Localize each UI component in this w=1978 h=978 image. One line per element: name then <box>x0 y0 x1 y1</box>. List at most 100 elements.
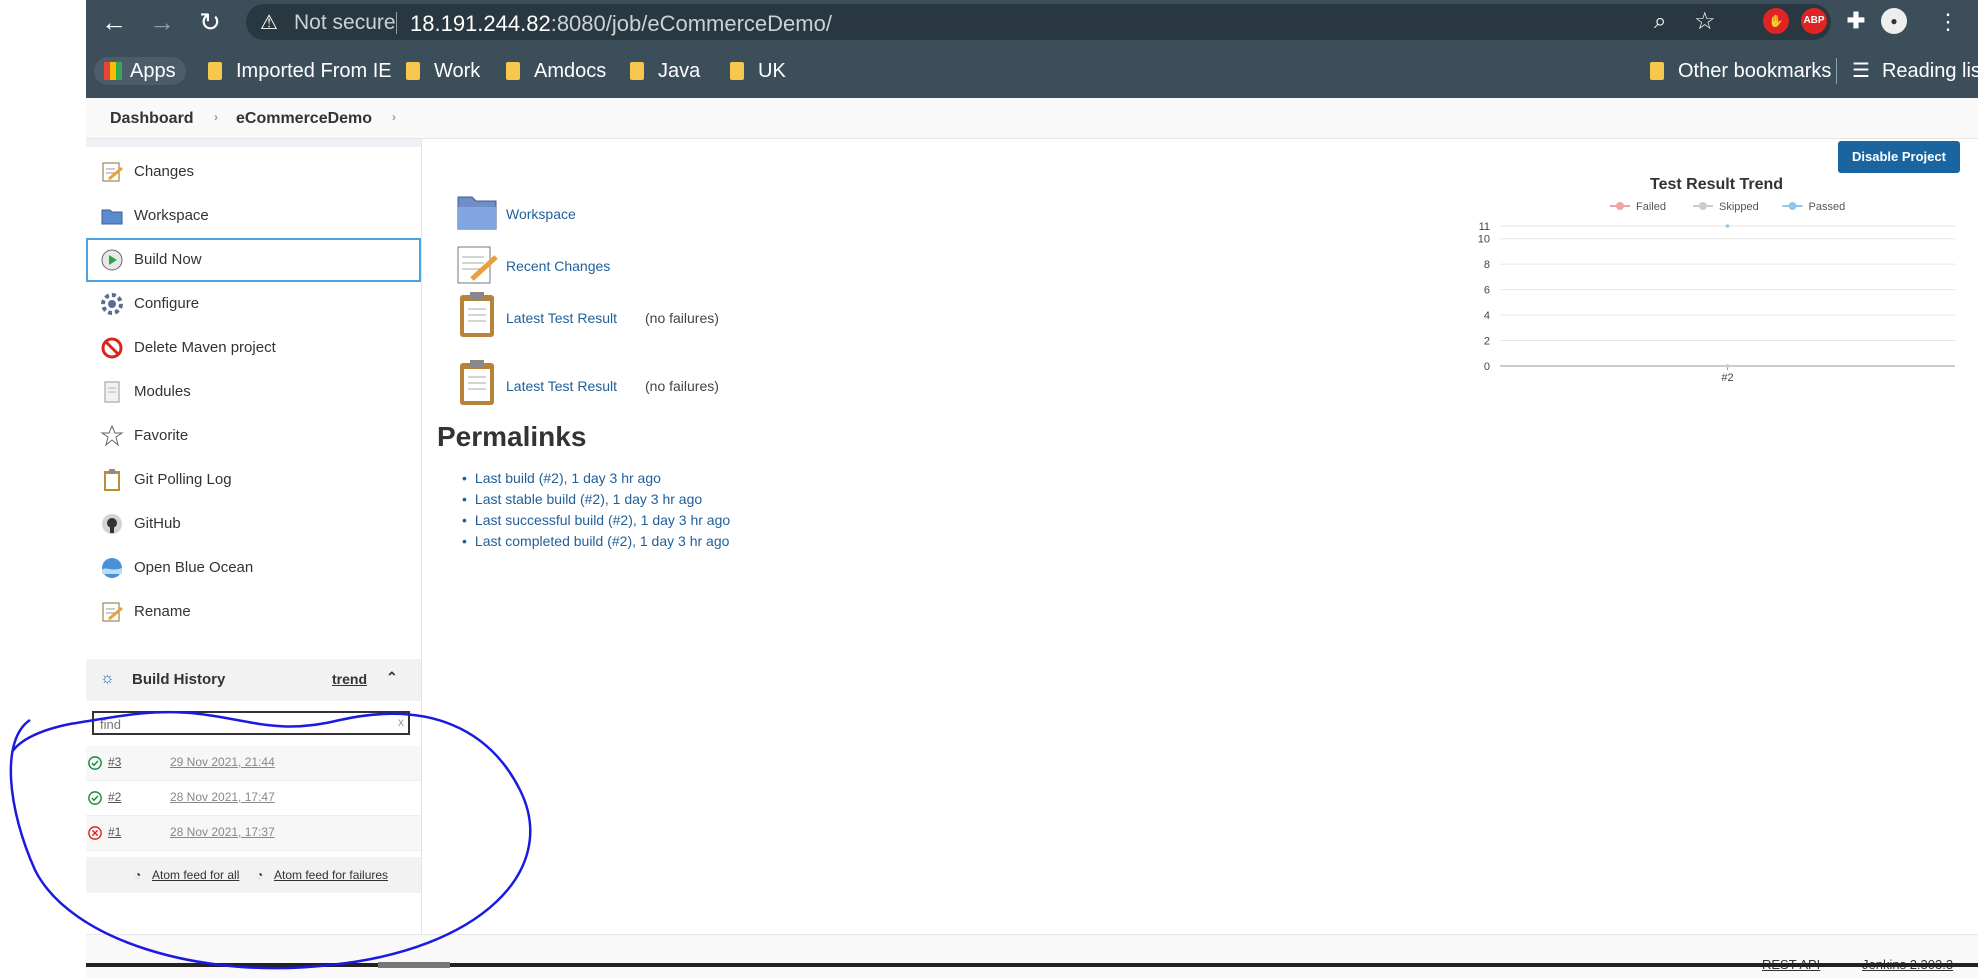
bookmark-reading-list[interactable]: ☰ Reading list <box>1852 57 1978 85</box>
bookmark-imported-label: Imported From IE <box>236 60 392 82</box>
sidebar-item-modules[interactable]: Modules <box>86 370 421 414</box>
bookmark-amdocs[interactable]: Amdocs <box>506 57 606 85</box>
sidebar-item-label: Build Now <box>134 251 202 268</box>
folder-icon <box>630 62 644 80</box>
notepad-icon <box>102 162 123 182</box>
sidebar-item-build-now[interactable]: Build Now <box>86 238 421 282</box>
browser-chrome: ← → ↻ ⚠ Not secure 18.191.244.82:8080/jo… <box>86 0 1978 98</box>
folder-icon <box>457 196 497 230</box>
data-point-skipped <box>1725 364 1730 368</box>
folder-icon <box>406 62 420 80</box>
sidebar-item-delete[interactable]: Delete Maven project <box>86 326 421 370</box>
no-failures-text: (no failures) <box>645 378 719 394</box>
bookmark-uk[interactable]: UK <box>730 57 786 85</box>
bullet: • <box>462 512 467 528</box>
sidebar-item-label: Open Blue Ocean <box>134 559 254 576</box>
permalinks-title: Permalinks <box>437 421 587 452</box>
permalink-link[interactable]: Last stable build (#2), 1 day 3 hr ago <box>475 491 702 507</box>
sidebar-item-git-polling[interactable]: Git Polling Log <box>86 458 421 502</box>
star-icon[interactable]: ☆ <box>1694 7 1716 36</box>
bookmark-other[interactable]: Other bookmarks <box>1650 57 1831 85</box>
folder-icon <box>101 209 123 225</box>
bookmark-java[interactable]: Java <box>630 57 700 85</box>
legend-marker <box>1788 202 1797 210</box>
legend-label: Passed <box>1809 201 1846 213</box>
permalinks-list: • Last build (#2), 1 day 3 hr ago • Last s… <box>462 470 730 554</box>
no-failures-text: (no failures) <box>645 310 719 326</box>
reload-icon[interactable]: ↻ <box>196 8 224 36</box>
sidebar-item-changes[interactable]: Changes <box>86 150 421 194</box>
sidebar-item-configure[interactable]: Configure <box>86 282 421 326</box>
permalink-link[interactable]: Last successful build (#2), 1 day 3 hr a… <box>475 512 730 528</box>
sidebar-item-workspace[interactable]: Workspace <box>86 194 421 238</box>
permalink-link[interactable]: Last completed build (#2), 1 day 3 hr ag… <box>475 533 730 549</box>
x-tick-label: #2 <box>1721 372 1733 384</box>
sidebar-item-rename[interactable]: Rename <box>86 590 421 634</box>
address-bar[interactable]: ⚠ Not secure 18.191.244.82:8080/job/eCom… <box>246 4 1831 40</box>
blue-ocean-icon <box>102 558 122 578</box>
github-icon <box>102 514 122 534</box>
bookmark-work-label: Work <box>434 60 481 82</box>
sidebar-item-blue-ocean[interactable]: Open Blue Ocean <box>86 546 421 590</box>
stop-hand-icon[interactable]: ✋ <box>1763 8 1789 34</box>
bookmark-apps[interactable]: Apps <box>94 57 186 85</box>
list-item: • Last stable build (#2), 1 day 3 hr ago <box>462 491 730 512</box>
avatar[interactable]: ● <box>1881 8 1907 34</box>
puzzle-icon[interactable]: ✚ <box>1843 8 1869 34</box>
build-history-title: Build History <box>132 671 226 688</box>
url-text[interactable]: 18.191.244.82:8080/job/eCommerceDemo/ <box>410 11 832 37</box>
chevron-right-icon: › <box>214 110 218 124</box>
sidebar-item-label: GitHub <box>134 515 181 532</box>
list-item: • Last completed build (#2), 1 day 3 hr a… <box>462 533 730 554</box>
warning-icon: ⚠ <box>260 12 278 34</box>
sidebar-item-github[interactable]: GitHub <box>86 502 421 546</box>
clipboard-icon <box>460 292 494 337</box>
bookmark-uk-label: UK <box>758 60 786 82</box>
hand-drawn-circle-annotation <box>9 710 532 970</box>
chevron-right-icon: › <box>392 110 396 124</box>
no-entry-icon <box>101 337 123 359</box>
apps-grid-icon <box>104 62 122 80</box>
chart-title: Test Result Trend <box>1650 176 1784 193</box>
trend-link[interactable]: trend <box>332 671 367 687</box>
sidebar-item-favorite[interactable]: Favorite <box>86 414 421 458</box>
clipboard-icon <box>104 469 120 491</box>
document-icon <box>104 381 120 403</box>
workspace-link[interactable]: Workspace <box>506 206 576 222</box>
legend-label: Skipped <box>1719 201 1759 213</box>
y-tick-label: 10 <box>1478 234 1490 246</box>
bookmark-work[interactable]: Work <box>406 57 480 85</box>
bookmark-imported[interactable]: Imported From IE <box>208 57 392 85</box>
bullet: • <box>462 533 467 549</box>
legend-label: Failed <box>1636 201 1666 213</box>
chevron-up-icon[interactable]: ⌃ <box>386 669 398 686</box>
breadcrumb: Dashboard › eCommerceDemo › <box>86 98 1978 139</box>
y-tick-label: 8 <box>1484 259 1490 271</box>
list-item: • Last successful build (#2), 1 day 3 hr … <box>462 512 730 533</box>
breadcrumb-project[interactable]: eCommerceDemo <box>236 110 372 128</box>
abp-icon[interactable]: ABP <box>1801 8 1827 34</box>
bookmark-amdocs-label: Amdocs <box>534 60 607 82</box>
build-history-header: ☼ Build History trend ⌃ <box>86 659 421 701</box>
recent-changes-link[interactable]: Recent Changes <box>506 258 610 274</box>
disable-project-button[interactable]: Disable Project <box>1838 141 1960 173</box>
list-item: • Last build (#2), 1 day 3 hr ago <box>462 470 730 491</box>
folder-icon <box>1650 62 1664 80</box>
sidebar-item-label: Changes <box>134 163 195 180</box>
bookmarks-divider <box>1836 58 1837 84</box>
forward-icon[interactable]: → <box>148 8 176 36</box>
sidebar-item-label: Configure <box>134 295 200 312</box>
y-tick-label: 11 <box>1479 221 1490 233</box>
sidebar-item-label: Rename <box>134 603 191 620</box>
sidebar-item-label: Git Polling Log <box>134 471 232 488</box>
breadcrumb-dashboard[interactable]: Dashboard <box>110 110 194 128</box>
latest-test-result-link[interactable]: Latest Test Result <box>506 310 617 326</box>
permalink-link[interactable]: Last build (#2), 1 day 3 hr ago <box>475 470 661 486</box>
back-icon[interactable]: ← <box>100 8 128 36</box>
menu-icon[interactable]: ⋮ <box>1934 8 1962 36</box>
zoom-icon[interactable]: ⌕ <box>1654 8 1666 34</box>
notepad-icon <box>457 246 498 284</box>
bookmarks-bar: Apps Imported From IE Work Amdocs Java U… <box>86 44 1978 98</box>
latest-test-result-link[interactable]: Latest Test Result <box>506 378 617 394</box>
bullet: • <box>462 491 467 507</box>
